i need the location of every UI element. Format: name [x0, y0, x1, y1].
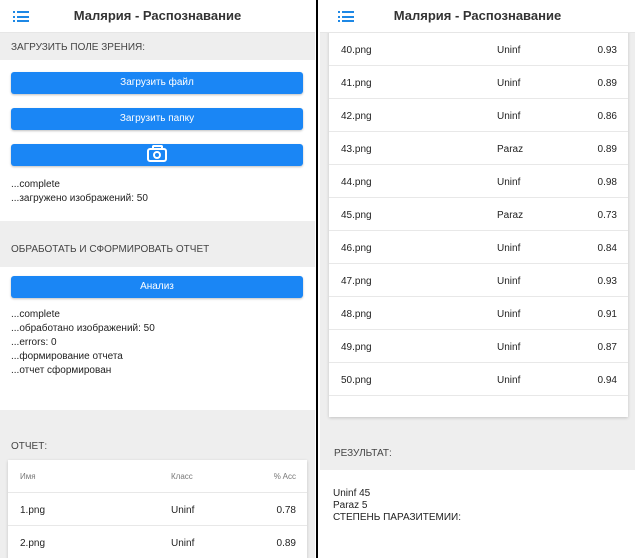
camera-icon [147, 145, 167, 162]
cell-acc: 0.87 [597, 342, 617, 353]
app-bar: Малярия - Распознавание [0, 0, 315, 33]
result-line: Paraz 5 [333, 500, 368, 511]
cell-name: 48.png [341, 309, 372, 320]
cell-name: 40.png [341, 45, 372, 56]
cell-name: 42.png [341, 111, 372, 122]
cell-class: Uninf [497, 45, 521, 56]
cell-class: Uninf [171, 538, 195, 549]
table-row[interactable]: 44.png Uninf 0.98 [329, 165, 628, 198]
cell-name: 1.png [20, 505, 46, 516]
cell-class: Uninf [497, 78, 521, 89]
result-panel: Uninf 45 Paraz 5 СТЕПЕНЬ ПАРАЗИТЕМИИ: [320, 470, 635, 558]
table-row[interactable]: 1.png Uninf 0.78 [8, 493, 307, 526]
table-row[interactable]: 46.png Uninf 0.84 [329, 231, 628, 264]
cell-class: Uninf [497, 243, 521, 254]
cell-name: 45.png [341, 210, 372, 221]
cell-name: 2.png [20, 538, 46, 549]
column-header-acc: % Acc [273, 472, 296, 481]
log-line: ...отчет сформирован [11, 365, 112, 376]
cell-class: Uninf [497, 111, 521, 122]
cell-name: 50.png [341, 375, 372, 386]
app-title: Малярия - Распознавание [73, 8, 242, 23]
table-row[interactable]: 48.png Uninf 0.91 [329, 297, 628, 330]
cell-acc: 0.91 [597, 309, 617, 320]
cell-class: Uninf [497, 276, 521, 287]
log-line: ...errors: 0 [11, 337, 57, 348]
cell-acc: 0.94 [597, 375, 617, 386]
table-row[interactable]: 2.png Uninf 0.89 [8, 526, 307, 558]
table-row[interactable]: 45.png Paraz 0.73 [329, 198, 628, 231]
cell-acc: 0.86 [597, 111, 617, 122]
cell-name: 47.png [341, 276, 372, 287]
result-line: Uninf 45 [333, 488, 371, 499]
table-header: Имя Класс % Acc [8, 460, 307, 493]
log-line: ...complete [11, 309, 60, 320]
cell-name: 46.png [341, 243, 372, 254]
process-section-title: ОБРАБОТАТЬ И СФОРМИРОВАТЬ ОТЧЕТ [0, 241, 315, 267]
log-line: ...complete [11, 179, 60, 190]
app-bar: Малярия - Распознавание [320, 0, 635, 33]
upload-file-button[interactable]: Загрузить файл [11, 72, 303, 94]
cell-acc: 0.98 [597, 177, 617, 188]
table-row[interactable]: 41.png Uninf 0.89 [329, 66, 628, 99]
cell-name: 41.png [341, 78, 372, 89]
report-table-scrolled: 39.pngUninf0.9240.pngUninf0.9341.pngUnin… [329, 12, 628, 417]
upload-section-title: ЗАГРУЗИТЬ ПОЛЕ ЗРЕНИЯ: [0, 33, 315, 60]
cell-acc: 0.89 [276, 538, 296, 549]
table-row[interactable]: 49.png Uninf 0.87 [329, 330, 628, 363]
upload-log: ...complete ...загружено изображений: 50 [0, 178, 315, 206]
cell-name: 44.png [341, 177, 372, 188]
right-screen: 39.pngUninf0.9240.pngUninf0.9341.pngUnin… [320, 0, 635, 558]
camera-button[interactable] [11, 144, 303, 166]
cell-class: Paraz [497, 210, 524, 221]
table-row[interactable]: 40.png Uninf 0.93 [329, 33, 628, 66]
table-row[interactable]: 43.png Paraz 0.89 [329, 132, 628, 165]
result-line: СТЕПЕНЬ ПАРАЗИТЕМИИ: [333, 512, 461, 523]
cell-acc: 0.89 [597, 144, 617, 155]
upload-folder-button[interactable]: Загрузить папку [11, 108, 303, 130]
table-row[interactable]: 42.png Uninf 0.86 [329, 99, 628, 132]
cell-class: Uninf [171, 505, 195, 516]
cell-acc: 0.78 [276, 505, 296, 516]
cell-class: Uninf [497, 177, 521, 188]
process-log: ...complete ...обработано изображений: 5… [0, 308, 315, 378]
column-header-class: Класс [171, 472, 193, 481]
left-screen: Малярия - Распознавание ЗАГРУЗИТЬ ПОЛЕ З… [0, 0, 315, 558]
table-row[interactable]: 50.png Uninf 0.94 [329, 363, 628, 396]
log-line: ...формирование отчета [11, 351, 123, 362]
column-header-name: Имя [20, 472, 36, 481]
log-line: ...загружено изображений: 50 [11, 193, 148, 204]
cell-acc: 0.73 [597, 210, 617, 221]
result-section-title: РЕЗУЛЬТАТ: [334, 448, 392, 459]
cell-class: Paraz [497, 144, 524, 155]
cell-class: Uninf [497, 309, 521, 320]
report-table: Имя Класс % Acc 1.png Uninf 0.78 2.png U… [8, 460, 307, 558]
report-section-title: ОТЧЕТ: [0, 436, 315, 454]
cell-acc: 0.93 [597, 276, 617, 287]
app-title: Малярия - Распознавание [393, 8, 562, 23]
cell-name: 43.png [341, 144, 372, 155]
cell-acc: 0.84 [597, 243, 617, 254]
cell-class: Uninf [497, 375, 521, 386]
analyze-button[interactable]: Анализ [11, 276, 303, 298]
cell-name: 49.png [341, 342, 372, 353]
cell-class: Uninf [497, 342, 521, 353]
cell-acc: 0.89 [597, 78, 617, 89]
table-row[interactable]: 47.png Uninf 0.93 [329, 264, 628, 297]
cell-acc: 0.93 [597, 45, 617, 56]
log-line: ...обработано изображений: 50 [11, 323, 155, 334]
